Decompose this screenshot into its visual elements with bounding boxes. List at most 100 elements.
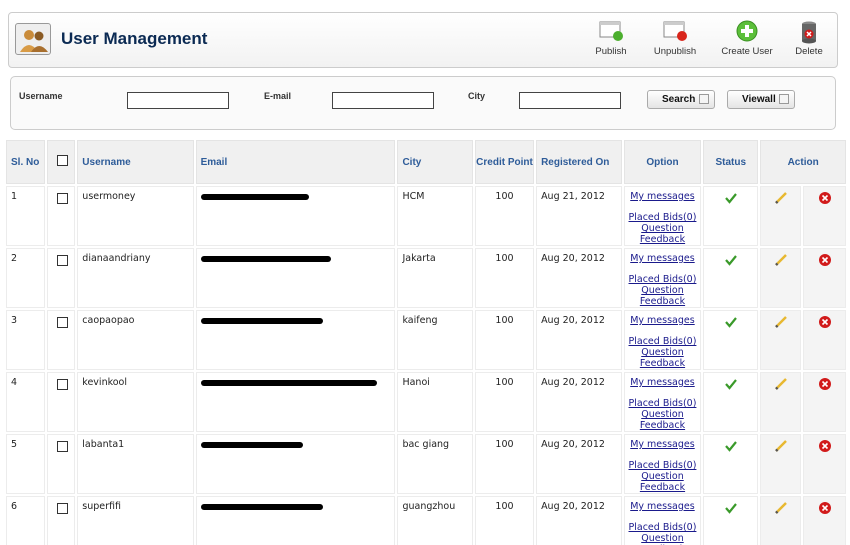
checkmark-icon[interactable] xyxy=(724,439,738,453)
row-options: My messages Placed Bids(0)QuestionFeedbac… xyxy=(623,248,702,308)
row-checkbox[interactable] xyxy=(56,193,68,204)
pencil-icon[interactable] xyxy=(774,191,788,205)
row-checkbox[interactable] xyxy=(56,379,68,390)
delete-icon[interactable] xyxy=(818,377,832,391)
feedback-link[interactable]: Feedback xyxy=(625,482,701,493)
checkmark-icon[interactable] xyxy=(724,191,738,205)
username-input[interactable] xyxy=(127,92,229,109)
viewall-button[interactable]: Viewall xyxy=(727,90,795,109)
row-checkbox[interactable] xyxy=(56,503,68,514)
row-city: kaifeng xyxy=(397,310,473,370)
my-messages-link[interactable]: My messages xyxy=(625,439,701,450)
delete-icon[interactable] xyxy=(818,315,832,329)
email-label: E-mail xyxy=(264,91,292,101)
row-sl-no: 1 xyxy=(6,186,45,246)
table-row: 2 dianaandriany Jakarta 100 Aug 20, 2012 My m… xyxy=(6,248,846,308)
question-link[interactable]: Question xyxy=(625,471,701,482)
row-city: Hanoi xyxy=(397,372,473,432)
row-select-cell xyxy=(46,372,76,432)
feedback-link[interactable]: Feedback xyxy=(625,420,701,431)
row-edit xyxy=(760,248,802,308)
checkmark-icon[interactable] xyxy=(724,377,738,391)
feedback-link[interactable]: Feedback xyxy=(625,234,701,245)
placed-bids-link[interactable]: Placed Bids(0) xyxy=(625,212,701,223)
placed-bids-link[interactable]: Placed Bids(0) xyxy=(625,398,701,409)
table-row: 1 usermoney HCM 100 Aug 21, 2012 My messages P… xyxy=(6,186,846,246)
col-option: Option xyxy=(623,140,702,184)
row-credit-point: 100 xyxy=(474,310,535,370)
redacted-email xyxy=(200,380,377,386)
unpublish-icon xyxy=(662,19,688,43)
question-link[interactable]: Question xyxy=(625,347,701,358)
unpublish-button[interactable]: Unpublish xyxy=(645,19,705,65)
col-registered-on[interactable]: Registered On xyxy=(536,140,622,184)
row-credit-point: 100 xyxy=(474,186,535,246)
checkmark-icon[interactable] xyxy=(724,315,738,329)
redacted-email xyxy=(200,504,323,510)
delete-icon[interactable] xyxy=(818,439,832,453)
my-messages-link[interactable]: My messages xyxy=(625,253,701,264)
row-edit xyxy=(760,310,802,370)
delete-icon[interactable] xyxy=(818,501,832,515)
placed-bids-link[interactable]: Placed Bids(0) xyxy=(625,522,701,533)
publish-button[interactable]: Publish xyxy=(581,19,641,65)
row-email xyxy=(195,496,396,545)
row-select-cell xyxy=(46,248,76,308)
feedback-link[interactable]: Feedback xyxy=(625,358,701,369)
create-user-button[interactable]: Create User xyxy=(717,19,777,65)
search-button[interactable]: Search xyxy=(647,90,715,109)
placed-bids-link[interactable]: Placed Bids(0) xyxy=(625,336,701,347)
delete-icon[interactable] xyxy=(818,191,832,205)
pencil-icon[interactable] xyxy=(774,377,788,391)
add-icon xyxy=(734,19,760,43)
my-messages-link[interactable]: My messages xyxy=(625,501,701,512)
row-registered-on: Aug 20, 2012 xyxy=(536,434,622,494)
col-email[interactable]: Email xyxy=(195,140,396,184)
question-link[interactable]: Question xyxy=(625,285,701,296)
row-checkbox[interactable] xyxy=(56,317,68,328)
username-label: Username xyxy=(19,91,63,101)
unpublish-label: Unpublish xyxy=(653,46,697,57)
checkmark-icon[interactable] xyxy=(724,253,738,267)
row-sl-no: 5 xyxy=(6,434,45,494)
row-city: guangzhou xyxy=(397,496,473,545)
col-city[interactable]: City xyxy=(397,140,473,184)
placed-bids-link[interactable]: Placed Bids(0) xyxy=(625,460,701,471)
row-status xyxy=(703,310,759,370)
row-options: My messages Placed Bids(0)QuestionFeedbac… xyxy=(623,186,702,246)
row-options: My messages Placed Bids(0)QuestionFeedbac… xyxy=(623,434,702,494)
row-delete xyxy=(803,186,846,246)
email-input[interactable] xyxy=(332,92,434,109)
question-link[interactable]: Question xyxy=(625,409,701,420)
col-select-all xyxy=(46,140,76,184)
row-edit xyxy=(760,186,802,246)
row-delete xyxy=(803,372,846,432)
question-link[interactable]: Question xyxy=(625,533,701,544)
col-credit-point[interactable]: Credit Point xyxy=(474,140,535,184)
my-messages-link[interactable]: My messages xyxy=(625,191,701,202)
select-all-checkbox[interactable] xyxy=(56,155,68,166)
delete-button[interactable]: Delete xyxy=(779,19,839,65)
delete-label: Delete xyxy=(795,46,823,57)
my-messages-link[interactable]: My messages xyxy=(625,377,701,388)
delete-icon[interactable] xyxy=(818,253,832,267)
row-delete xyxy=(803,496,846,545)
placed-bids-link[interactable]: Placed Bids(0) xyxy=(625,274,701,285)
checkmark-icon[interactable] xyxy=(724,501,738,515)
feedback-link[interactable]: Feedback xyxy=(625,296,701,307)
row-edit xyxy=(760,496,802,545)
row-sl-no: 3 xyxy=(6,310,45,370)
row-checkbox[interactable] xyxy=(56,441,68,452)
pencil-icon[interactable] xyxy=(774,501,788,515)
pencil-icon[interactable] xyxy=(774,253,788,267)
question-link[interactable]: Question xyxy=(625,223,701,234)
row-username: caopaopao xyxy=(77,310,194,370)
pencil-icon[interactable] xyxy=(774,439,788,453)
row-sl-no: 4 xyxy=(6,372,45,432)
row-checkbox[interactable] xyxy=(56,255,68,266)
city-input[interactable] xyxy=(519,92,621,109)
redacted-email xyxy=(200,194,309,200)
my-messages-link[interactable]: My messages xyxy=(625,315,701,326)
col-username[interactable]: Username xyxy=(77,140,194,184)
pencil-icon[interactable] xyxy=(774,315,788,329)
